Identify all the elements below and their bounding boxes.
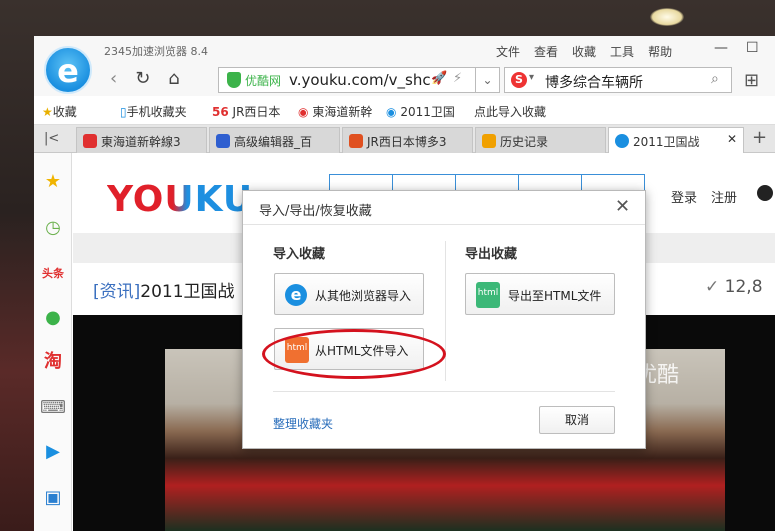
play-icon: ◉ (298, 105, 309, 119)
checkmark-icon: ✓ (705, 277, 720, 297)
register-link[interactable]: 注册 (711, 187, 737, 206)
bookmark-tokaido[interactable]: ◉ 東海道新幹 (298, 103, 372, 120)
tab-jr-west[interactable]: JR西日本博多3 (342, 127, 473, 153)
browser-logo-icon[interactable]: e (44, 46, 92, 94)
play-icon (615, 134, 629, 148)
tab-history[interactable]: 历史记录 (475, 127, 606, 153)
html-export-icon: html (476, 282, 500, 308)
apps-grid-icon[interactable]: ⊞ (744, 70, 759, 91)
nav-buttons: ‹ ↻ ⌂ (110, 68, 180, 89)
new-tab-icon[interactable]: + (752, 127, 767, 148)
video-icon[interactable]: ▶ (40, 439, 66, 465)
organize-favorites-link[interactable]: 整理收藏夹 (273, 415, 333, 432)
export-section-title: 导出收藏 (465, 247, 518, 262)
import-export-dialog: 导入/导出/恢复收藏 ✕ 导入收藏 导出收藏 e 从其他浏览器导入 html 从… (242, 190, 646, 449)
video-title: [资讯]2011卫国战 (93, 282, 235, 302)
tab-scroll-left-icon[interactable]: |< (44, 131, 59, 146)
close-icon[interactable]: ✕ (615, 196, 630, 217)
youku-logo[interactable]: YOUKU (107, 179, 253, 220)
menu-favorites[interactable]: 收藏 (572, 43, 596, 60)
search-engine-icon[interactable]: S (511, 72, 527, 88)
tab-tokaido[interactable]: 東海道新幹線3 (76, 127, 207, 153)
clock-icon (482, 134, 496, 148)
view-count: ✓ 12,8 (705, 277, 763, 297)
star-icon[interactable]: ★ (40, 169, 66, 195)
site-56-icon: 56 (212, 105, 229, 119)
import-section-title: 导入收藏 (273, 247, 326, 262)
wechat-icon[interactable]: ● (40, 305, 66, 331)
login-link[interactable]: 登录 (671, 187, 697, 206)
address-bar[interactable]: 优酷网 v.youku.com/v_shc 🚀 ⚡ (218, 67, 476, 93)
dialog-header: 导入/导出/恢复收藏 ✕ (243, 191, 645, 225)
chevron-down-icon[interactable]: ▾ (529, 72, 534, 83)
bookmark-jr-west[interactable]: 56 JR西日本 (212, 103, 280, 120)
annotation-ellipse (262, 329, 446, 379)
section-divider (445, 241, 446, 381)
back-icon[interactable]: ‹ (110, 68, 117, 89)
import-from-browser-button[interactable]: e 从其他浏览器导入 (274, 273, 424, 315)
title-bar: e 2345加速浏览器 8.4 文件 查看 收藏 工具 帮助 — ☐ ‹ ↻ ⌂… (34, 36, 775, 96)
tab-strip: |< 東海道新幹線3 高级编辑器_百 JR西日本博多3 历史记录 2011卫国战… (34, 125, 775, 153)
menu-file[interactable]: 文件 (496, 43, 520, 60)
paw-icon (216, 134, 230, 148)
maximize-icon[interactable]: ☐ (746, 40, 759, 56)
close-icon[interactable]: ✕ (727, 132, 737, 146)
footer-divider (273, 391, 615, 392)
gamepad-icon[interactable]: ⌨ (40, 395, 66, 421)
history-clock-icon[interactable] (757, 185, 773, 201)
refresh-icon[interactable]: ↻ (135, 68, 150, 89)
tab-editor[interactable]: 高级编辑器_百 (209, 127, 340, 153)
url-text[interactable]: v.youku.com/v_shc (289, 71, 431, 89)
menu-bar: 文件 查看 收藏 工具 帮助 (496, 43, 672, 60)
menu-help[interactable]: 帮助 (648, 43, 672, 60)
dialog-title: 导入/导出/恢复收藏 (259, 204, 372, 219)
bookmark-favorites[interactable]: ★收藏 (42, 103, 77, 120)
window-controls: — ☐ (714, 40, 759, 56)
export-to-html-button[interactable]: html 导出至HTML文件 (465, 273, 615, 315)
search-icon[interactable]: ⌕ (711, 71, 719, 87)
rocket-icon[interactable]: 🚀 (431, 71, 447, 86)
chevron-down-icon[interactable]: ⌄ (476, 67, 500, 93)
computer-icon[interactable]: ▣ (40, 485, 66, 511)
play-icon (83, 134, 97, 148)
sidebar: ★ ◷ 头条 ● 淘 ⌨ ▶ ▣ (34, 153, 72, 531)
taobao-icon[interactable]: 淘 (40, 349, 66, 375)
menu-view[interactable]: 查看 (534, 43, 558, 60)
phone-icon: ▯ (120, 105, 127, 119)
search-input[interactable]: 博多综合车辆所 (545, 72, 643, 92)
minimize-icon[interactable]: — (714, 40, 728, 56)
home-icon[interactable]: ⌂ (168, 68, 179, 89)
toutiao-icon[interactable]: 头条 (40, 261, 66, 287)
shield-icon (227, 72, 241, 88)
site-56-icon (349, 134, 363, 148)
site-name: 优酷网 (245, 74, 282, 88)
search-box[interactable]: S ▾ 博多综合车辆所 ⌕ (504, 67, 732, 93)
cancel-button[interactable]: 取消 (539, 406, 615, 434)
bookmarks-bar: ★收藏 ▯手机收藏夹 56 JR西日本 ◉ 東海道新幹 ◉ 2011卫国 点此导… (34, 97, 775, 125)
lightning-icon[interactable]: ⚡ (453, 71, 462, 86)
star-icon: ★ (42, 105, 53, 119)
play-icon: ◉ (386, 105, 397, 119)
ceiling-light (650, 8, 684, 26)
clock-icon[interactable]: ◷ (40, 215, 66, 241)
bookmark-mobile[interactable]: ▯手机收藏夹 (120, 103, 187, 120)
ie-browser-icon: e (285, 284, 307, 306)
tab-2011[interactable]: 2011卫国战 ✕ (608, 127, 744, 153)
app-name: 2345加速浏览器 8.4 (104, 45, 208, 58)
menu-tools[interactable]: 工具 (610, 43, 634, 60)
bookmark-2011[interactable]: ◉ 2011卫国 (386, 103, 455, 120)
bookmark-import[interactable]: 点此导入收藏 (474, 103, 546, 120)
